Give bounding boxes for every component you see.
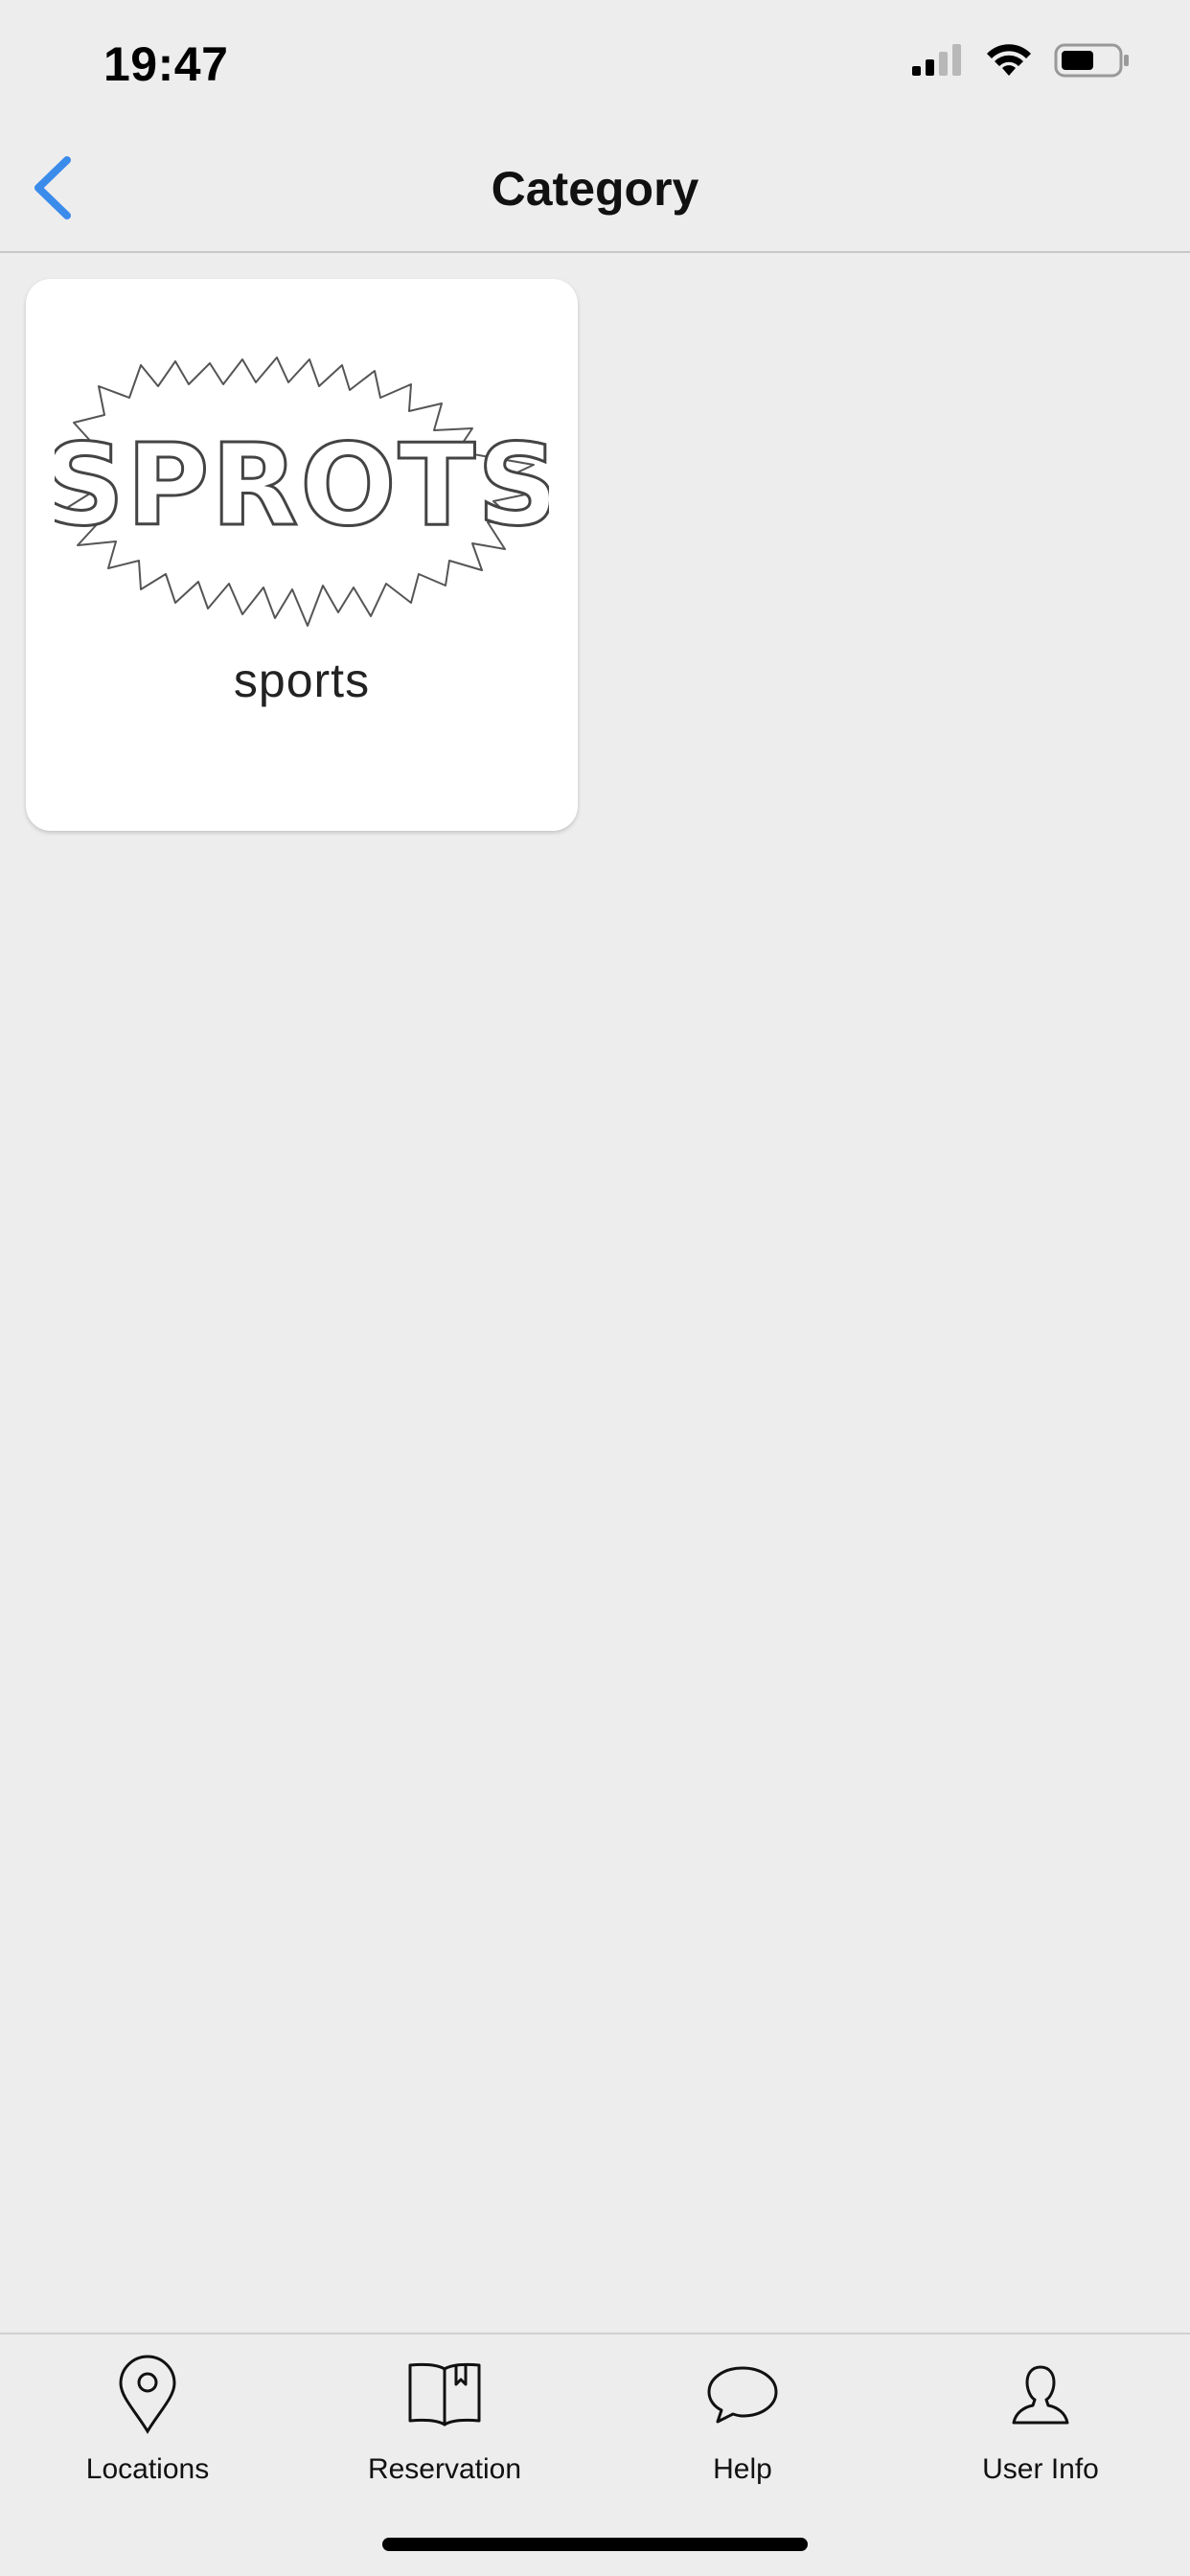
tab-reservation[interactable]: Reservation (325, 2352, 564, 2515)
sprots-logo-text: SPROTS (55, 419, 549, 551)
tab-locations[interactable]: Locations (28, 2352, 267, 2515)
category-screen: 19:47 Category SPROTS sports Locations R… (0, 0, 1190, 2576)
tab-label-reservation: Reservation (367, 2453, 522, 2485)
tab-label-user-info: User Info (982, 2453, 1099, 2485)
tab-label-help: Help (713, 2453, 772, 2485)
navigation-bar: Category (0, 125, 1190, 253)
wifi-icon (985, 43, 1033, 82)
tab-user-info[interactable]: User Info (921, 2352, 1160, 2515)
home-indicator[interactable] (382, 2538, 808, 2551)
location-pin-icon (104, 2352, 191, 2438)
speech-bubble-icon (699, 2352, 786, 2438)
user-icon (997, 2352, 1084, 2438)
category-card-sports[interactable]: SPROTS sports (26, 279, 578, 831)
book-icon (401, 2352, 488, 2438)
status-bar: 19:47 (0, 0, 1190, 125)
page-title: Category (491, 162, 699, 216)
category-label: sports (233, 654, 371, 707)
battery-icon (1054, 42, 1131, 83)
tab-label-locations: Locations (85, 2453, 210, 2485)
status-icons (910, 42, 1131, 83)
sprots-burst-illustration: SPROTS (41, 348, 561, 635)
tab-help[interactable]: Help (623, 2352, 862, 2515)
status-time: 19:47 (103, 37, 229, 91)
cellular-signal-icon (910, 43, 964, 82)
